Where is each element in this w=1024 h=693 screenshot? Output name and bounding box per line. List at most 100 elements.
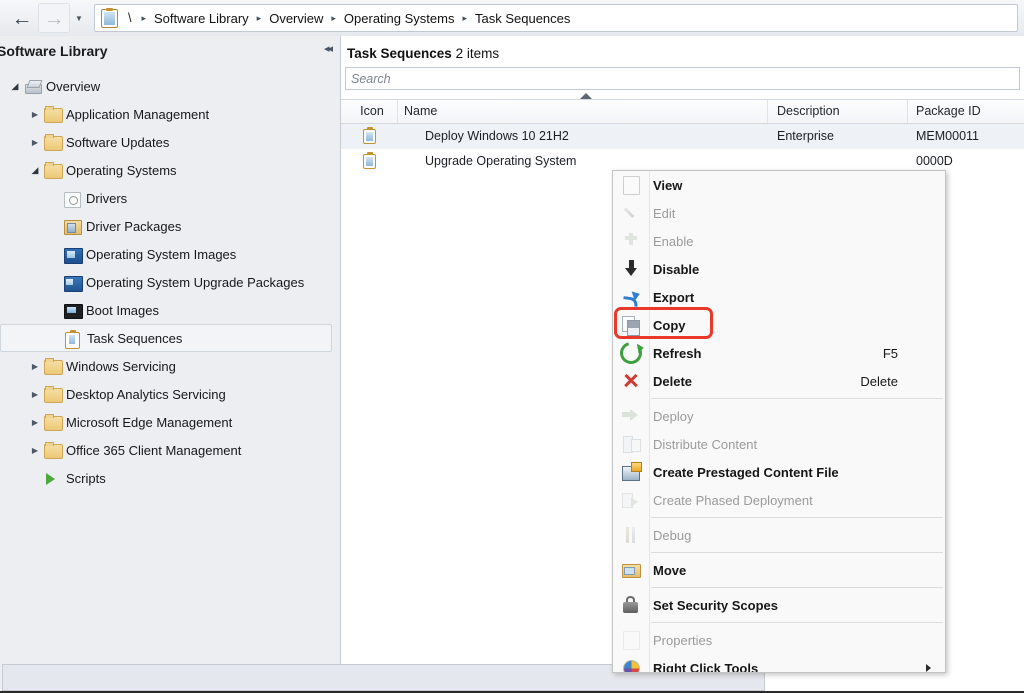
twisty-collapsed-icon[interactable]: ▶ — [26, 446, 44, 455]
menu-item-delete[interactable]: Delete Delete — [613, 367, 945, 395]
menu-item-distribute-content: Distribute Content — [613, 430, 945, 458]
sidebar-item-windows-servicing[interactable]: ▶ Windows Servicing — [0, 352, 340, 380]
twisty-collapsed-icon[interactable]: ▶ — [26, 390, 44, 399]
view-icon — [622, 175, 640, 195]
breadcrumb-item-overview[interactable]: Overview — [268, 11, 324, 26]
sidebar-item-application-management[interactable]: ▶ Application Management — [0, 100, 340, 128]
os-upgrade-icon — [64, 275, 83, 292]
overview-icon — [24, 80, 42, 94]
task-sequence-list: Icon Name Description Package ID Deploy … — [341, 93, 1024, 174]
sidebar-item-label: Windows Servicing — [66, 358, 176, 374]
twisty-collapsed-icon[interactable]: ▶ — [26, 110, 44, 119]
table-header-row: Icon Name Description Package ID — [341, 93, 1024, 124]
menu-separator — [651, 587, 943, 588]
menu-item-label: Properties — [653, 632, 713, 648]
menu-icon-gutter — [613, 204, 649, 222]
menu-icon-gutter — [613, 260, 649, 278]
sidebar-item-label: Drivers — [86, 190, 128, 206]
menu-separator — [651, 517, 943, 518]
task-sequence-icon-wrap — [65, 330, 82, 349]
twisty-collapsed-icon[interactable]: ▶ — [26, 418, 44, 427]
menu-item-refresh[interactable]: Refresh F5 — [613, 337, 945, 369]
menu-item-export[interactable]: Export — [613, 283, 945, 311]
sidebar-item-label: Application Management — [66, 106, 210, 122]
menu-item-right-click-tools[interactable]: Right Click Tools — [613, 654, 945, 672]
breadcrumb-item-task-sequences[interactable]: Task Sequences — [474, 11, 571, 26]
sidebar-item-software-updates[interactable]: ▶ Software Updates — [0, 128, 340, 156]
driver-package-icon — [64, 219, 82, 235]
twisty-collapsed-icon[interactable]: ▶ — [26, 362, 44, 371]
menu-icon-gutter — [613, 561, 649, 579]
sidebar-item-office-365-client-management[interactable]: ▶ Office 365 Client Management — [0, 436, 340, 464]
task-sequence-icon — [363, 127, 376, 144]
menu-icon-gutter — [613, 526, 649, 544]
sidebar-item-operating-system-upgrade-packages[interactable]: Operating System Upgrade Packages — [0, 268, 340, 296]
folder-icon — [44, 105, 63, 123]
sidebar-item-desktop-analytics-servicing[interactable]: ▶ Desktop Analytics Servicing — [0, 380, 340, 408]
breadcrumb[interactable]: \ ▸ Software Library ▸ Overview ▸ Operat… — [94, 4, 1018, 32]
menu-item-move[interactable]: Move — [613, 556, 945, 584]
folder-icon — [44, 385, 63, 403]
copy-icon — [621, 316, 641, 336]
table-row[interactable]: Deploy Windows 10 21H2 Enterprise MEM00011 — [341, 124, 1024, 149]
menu-item-properties: Properties — [613, 626, 945, 654]
page-title: Task Sequences 2 items — [341, 36, 1024, 61]
sidebar-item-driver-packages[interactable]: Driver Packages — [0, 212, 340, 240]
menu-item-label: Debug — [653, 527, 692, 543]
menu-item-view[interactable]: View — [613, 171, 945, 199]
sidebar-item-operating-systems[interactable]: ◢ Operating Systems — [0, 156, 340, 184]
twisty-collapsed-icon[interactable]: ▶ — [26, 138, 44, 147]
task-sequence-icon — [101, 7, 118, 28]
folder-icon — [44, 161, 63, 179]
search-input[interactable]: Search — [345, 67, 1020, 90]
twisty-placeholder — [46, 278, 64, 287]
column-header-package-id[interactable]: Package ID — [908, 100, 1024, 123]
breadcrumb-item-software-library[interactable]: Software Library — [153, 11, 250, 26]
breadcrumb-separator: ▸ — [256, 12, 262, 23]
menu-item-set-security-scopes[interactable]: Set Security Scopes — [613, 591, 945, 619]
drivers-icon — [64, 191, 81, 208]
menu-icon-gutter — [613, 372, 649, 390]
move-folder-icon — [621, 561, 641, 579]
twisty-expanded-icon[interactable]: ◢ — [26, 165, 44, 176]
sidebar-item-drivers[interactable]: Drivers — [0, 184, 340, 212]
sidebar-item-label: Scripts — [66, 470, 106, 486]
breadcrumb-item-operating-systems[interactable]: Operating Systems — [343, 11, 456, 26]
navigation-tree: ◢ Overview ▶ Application Management ▶ Softwar… — [0, 66, 340, 492]
sidebar-item-label: Task Sequences — [87, 330, 183, 346]
column-header-icon[interactable]: Icon — [341, 100, 398, 123]
column-header-description[interactable]: Description — [768, 100, 908, 123]
sidebar-item-microsoft-edge-management[interactable]: ▶ Microsoft Edge Management — [0, 408, 340, 436]
menu-item-copy[interactable]: Copy — [613, 311, 945, 339]
breadcrumb-root: \ — [128, 11, 132, 25]
cell-description: Enterprise — [777, 129, 834, 143]
table-body: Deploy Windows 10 21H2 Enterprise MEM00011… — [341, 124, 1024, 174]
sidebar-item-task-sequences[interactable]: Task Sequences — [0, 324, 332, 352]
menu-item-label: Create Phased Deployment — [653, 492, 813, 508]
folder-icon-wrap — [44, 357, 63, 375]
folder-icon-wrap — [44, 441, 63, 459]
twisty-expanded-icon[interactable]: ◢ — [6, 81, 24, 92]
context-menu: View Edit Enable Disable Export Copy Refresh F5… — [612, 170, 946, 673]
cell-name: Deploy Windows 10 21H2 — [425, 129, 569, 143]
sidebar-item-operating-system-images[interactable]: Operating System Images — [0, 240, 340, 268]
back-icon[interactable]: ← — [6, 3, 38, 33]
menu-separator — [651, 552, 943, 553]
menu-item-disable[interactable]: Disable — [613, 255, 945, 283]
page-title-count: 2 items — [451, 46, 500, 61]
menu-item-label: Move — [653, 562, 687, 578]
sidebar-item-boot-images[interactable]: Boot Images — [0, 296, 340, 324]
sidebar-item-overview[interactable]: ◢ Overview — [0, 72, 340, 100]
sccm-console-window: ← → ▼ \ ▸ Software Library ▸ Overview ▸ … — [0, 0, 1024, 693]
breadcrumb-separator: ▸ — [141, 12, 147, 23]
chevron-down-icon[interactable]: ▼ — [70, 5, 88, 31]
sidebar-item-scripts[interactable]: Scripts — [0, 464, 340, 492]
column-header-name[interactable]: Name — [398, 100, 768, 123]
forward-icon[interactable]: → — [38, 3, 70, 33]
menu-item-create-prestaged-content-file[interactable]: Create Prestaged Content File — [613, 458, 945, 486]
folder-icon — [44, 413, 63, 431]
chevron-double-left-icon[interactable]: ◂◂ — [324, 42, 333, 55]
twisty-placeholder — [46, 306, 64, 315]
prestaged-content-icon — [621, 462, 642, 481]
search-row: Search — [341, 61, 1024, 90]
